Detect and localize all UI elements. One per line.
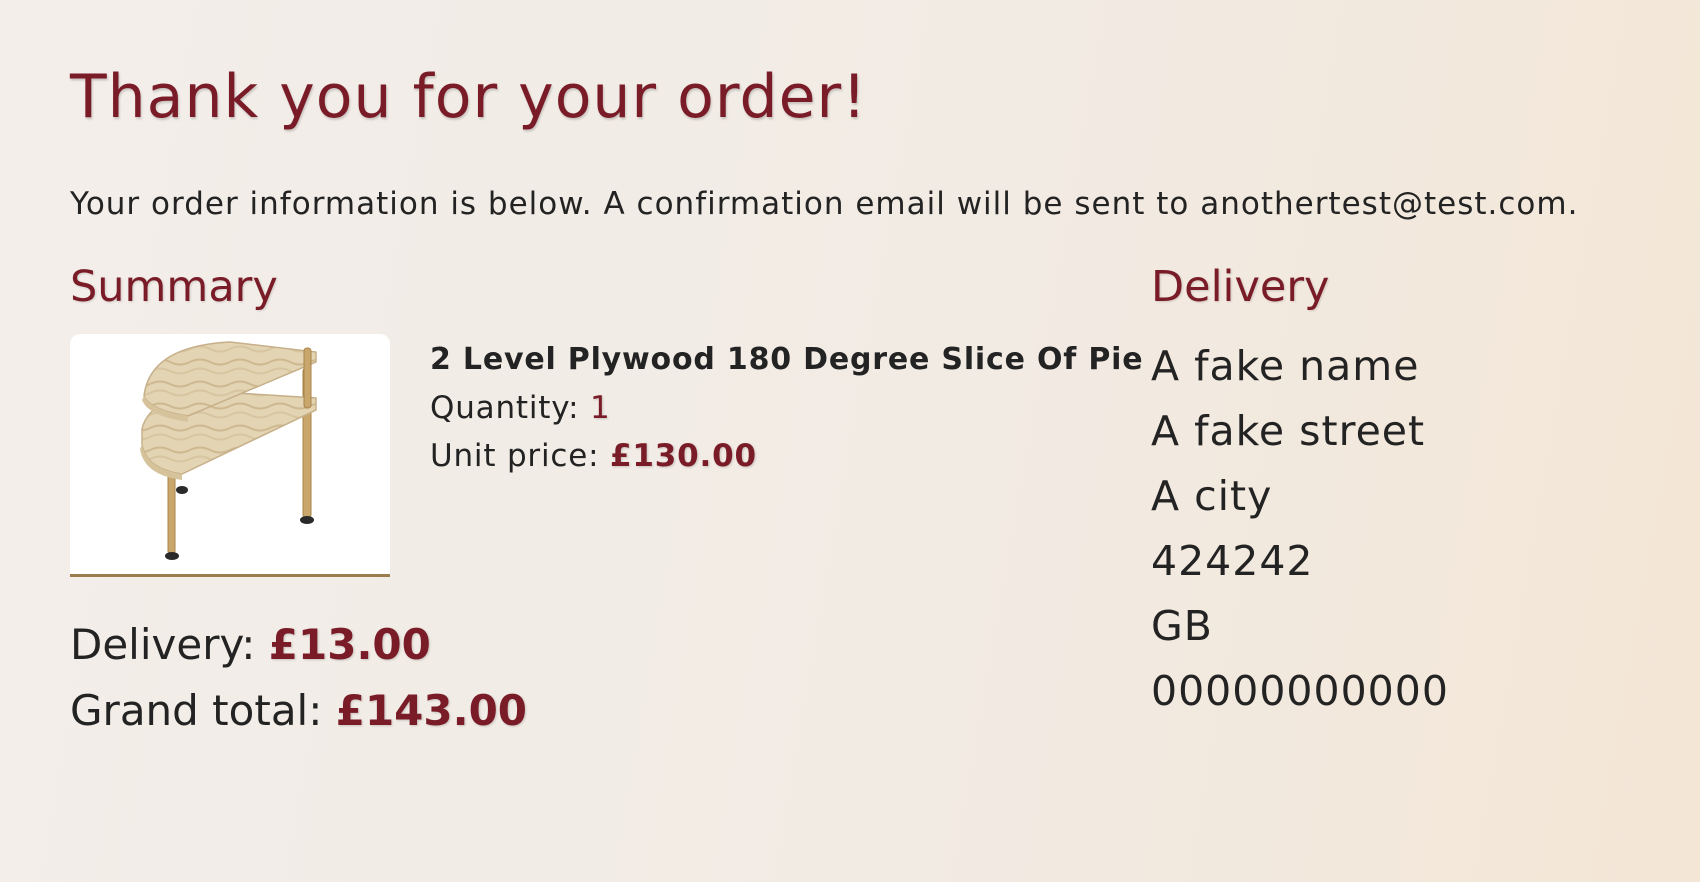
grand-total-label: Grand total: xyxy=(70,686,323,735)
grand-total-row: Grand total: £143.00 xyxy=(70,678,527,744)
unit-price-value: £130.00 xyxy=(610,438,757,474)
unit-price-row: Unit price: £130.00 xyxy=(430,432,1143,480)
product-name: 2 Level Plywood 180 Degree Slice Of Pie xyxy=(430,342,1144,377)
address-street: A fake street xyxy=(1151,407,1426,455)
grand-total-value: £143.00 xyxy=(335,686,528,735)
address-city: A city xyxy=(1151,472,1273,520)
quantity-label: Quantity: xyxy=(430,390,580,426)
delivery-heading: Delivery xyxy=(1151,262,1330,312)
delivery-cost-value: £13.00 xyxy=(268,620,431,669)
address-name: A fake name xyxy=(1151,342,1420,390)
quantity-value: 1 xyxy=(590,390,611,426)
product-image xyxy=(70,334,390,577)
product-info: 2 Level Plywood 180 Degree Slice Of Pie … xyxy=(430,336,1143,480)
plywood-shelf-illustration xyxy=(140,341,317,560)
delivery-cost-label: Delivery: xyxy=(70,620,256,669)
address-country: GB xyxy=(1151,602,1213,650)
order-confirmation-page: Thank you for your order! Your order inf… xyxy=(70,0,1670,882)
page-title: Thank you for your order! xyxy=(70,62,868,132)
summary-heading: Summary xyxy=(70,262,278,312)
unit-price-label: Unit price: xyxy=(430,438,600,474)
order-intro-text: Your order information is below. A confi… xyxy=(70,186,1579,222)
address-postcode: 424242 xyxy=(1151,537,1314,585)
order-totals: Delivery: £13.00 Grand total: £143.00 xyxy=(70,612,527,744)
address-phone: 00000000000 xyxy=(1151,667,1449,715)
quantity-row: Quantity: 1 xyxy=(430,384,1143,432)
delivery-address: A fake name A fake street A city 424242 … xyxy=(1151,334,1449,724)
delivery-cost-row: Delivery: £13.00 xyxy=(70,612,527,678)
